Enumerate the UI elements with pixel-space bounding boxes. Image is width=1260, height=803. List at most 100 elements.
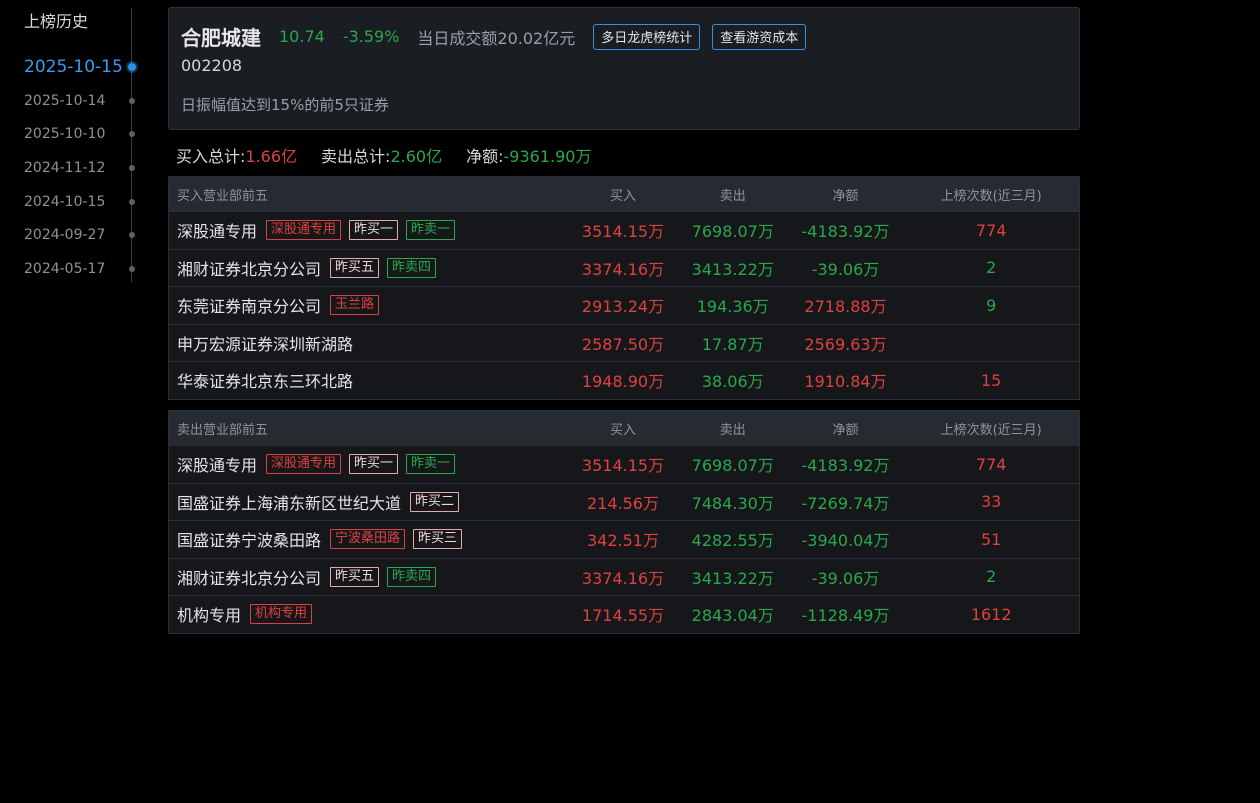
seat-tag: 深股通专用	[266, 454, 342, 475]
stock-change: -3.59%	[342, 27, 400, 46]
buy-amount: 1714.55万	[581, 606, 665, 626]
view-cost-button[interactable]: 查看游资成本	[712, 23, 807, 50]
header-buy: 买入	[609, 422, 636, 438]
history-date-label: 2024-09-27	[24, 227, 106, 244]
seat-tag: 昨买五	[330, 257, 380, 278]
buy-seats-table: 买入营业部前五 买入 卖出 净额 上榜次数(近三月) 深股通专用 深股通专用 昨买一 昨卖一 35…	[168, 176, 1080, 400]
header-count: 上榜次数(近三月)	[940, 422, 1042, 438]
listing-count: 51	[981, 529, 1002, 549]
header-sell: 卖出	[719, 188, 746, 204]
table-row[interactable]: 国盛证券宁波桑田路 宁波桑田路 昨买三 342.51万 4282.55万 -3940.04…	[169, 520, 1079, 558]
seat-cell: 湘财证券北京分公司 昨买五 昨卖四	[169, 256, 568, 280]
net-total: 净额:-9361.90万	[466, 143, 591, 167]
seat-tag: 昨买一	[349, 454, 399, 475]
table-row[interactable]: 东莞证券南京分公司 玉兰路 2913.24万 194.36万 2718.88万 9	[169, 286, 1079, 324]
seat-cell: 国盛证券宁波桑田路 宁波桑田路 昨买三	[169, 527, 568, 551]
listing-count: 2	[986, 567, 997, 587]
seat-cell: 机构专用 机构专用	[169, 602, 568, 626]
table-row[interactable]: 湘财证券北京分公司 昨买五 昨卖四 3374.16万 3413.22万 -39.06万 2	[169, 557, 1079, 595]
table-row[interactable]: 湘财证券北京分公司 昨买五 昨卖四 3374.16万 3413.22万 -39.06万 2	[169, 248, 1079, 286]
buy-amount: 2587.50万	[581, 334, 665, 354]
sell-amount: 4282.55万	[691, 531, 774, 551]
seat-name[interactable]: 湘财证券北京分公司	[177, 565, 321, 589]
timeline-dot-icon	[129, 97, 135, 104]
table-row[interactable]: 深股通专用 深股通专用 昨买一 昨卖一 3514.15万 7698.07万 -4183.92…	[169, 445, 1079, 483]
listing-count: 1612	[970, 604, 1012, 624]
seat-name[interactable]: 国盛证券上海浦东新区世纪大道	[177, 490, 401, 514]
net-amount: -39.06万	[811, 568, 880, 588]
net-amount: -4183.92万	[801, 222, 890, 242]
sell-seats-table: 卖出营业部前五 买入 卖出 净额 上榜次数(近三月) 深股通专用 深股通专用 昨买一 昨卖一 35…	[168, 410, 1080, 634]
table-row[interactable]: 机构专用 机构专用 1714.55万 2843.04万 -1128.49万 1612	[169, 595, 1079, 633]
listing-count: 774	[975, 220, 1007, 240]
seat-cell: 深股通专用 深股通专用 昨买一 昨卖一	[169, 452, 568, 476]
seat-cell: 国盛证券上海浦东新区世纪大道 昨买二	[169, 490, 568, 514]
stock-volume: 当日成交额20.02亿元	[417, 28, 576, 48]
timeline-dot-icon	[129, 164, 135, 171]
timeline-dot-icon	[129, 265, 135, 272]
seat-tag: 昨买一	[349, 220, 399, 241]
seat-name[interactable]: 湘财证券北京分公司	[177, 256, 321, 280]
sell-amount: 7698.07万	[691, 456, 774, 476]
net-total-label: 净额:	[466, 147, 504, 166]
listing-count: 33	[981, 492, 1002, 512]
seat-tag: 昨买二	[410, 491, 460, 512]
history-date-item[interactable]: 2025-10-15	[0, 50, 160, 84]
sell-total-value: 2.60亿	[390, 147, 443, 166]
table-header: 卖出营业部前五 买入 卖出 净额 上榜次数(近三月)	[169, 411, 1079, 445]
history-date-label: 2025-10-10	[24, 126, 106, 143]
buy-amount: 1948.90万	[581, 372, 665, 392]
table-row[interactable]: 华泰证券北京东三环北路 1948.90万 38.06万 1910.84万 15	[169, 361, 1079, 399]
listing-count: 2	[986, 258, 997, 278]
history-date-item[interactable]: 2024-05-17	[0, 252, 160, 286]
seat-name[interactable]: 申万宏源证券深圳新湖路	[177, 331, 353, 355]
history-date-item[interactable]: 2025-10-10	[0, 117, 160, 151]
net-total-value: -9361.90万	[503, 147, 592, 166]
seat-name[interactable]: 深股通专用	[177, 218, 257, 242]
net-amount: -4183.92万	[801, 456, 890, 476]
sell-amount: 3413.22万	[691, 259, 774, 279]
history-date-label: 2024-11-12	[24, 159, 106, 176]
table-row[interactable]: 深股通专用 深股通专用 昨买一 昨卖一 3514.15万 7698.07万 -4183.92…	[169, 211, 1079, 249]
seat-name[interactable]: 东莞证券南京分公司	[177, 293, 321, 317]
sell-amount: 2843.04万	[691, 606, 774, 626]
stock-header-card: 合肥城建 10.74 -3.59% 当日成交额20.02亿元 多日龙虎榜统计 查…	[168, 7, 1080, 130]
seat-cell: 深股通专用 深股通专用 昨买一 昨卖一	[169, 218, 568, 242]
history-date-item[interactable]: 2025-10-14	[0, 84, 160, 118]
seat-name[interactable]: 深股通专用	[177, 452, 257, 476]
seat-name[interactable]: 国盛证券宁波桑田路	[177, 527, 321, 551]
seat-name[interactable]: 华泰证券北京东三环北路	[177, 368, 353, 392]
buy-total-value: 1.66亿	[245, 147, 298, 166]
history-date-item[interactable]: 2024-09-27	[0, 218, 160, 252]
seat-name[interactable]: 机构专用	[177, 602, 241, 626]
buy-total: 买入总计:1.66亿	[176, 143, 297, 167]
timeline-dot-icon	[129, 232, 135, 239]
buy-amount: 342.51万	[587, 531, 659, 551]
net-amount: 2718.88万	[804, 297, 887, 317]
seat-cell: 湘财证券北京分公司 昨买五 昨卖四	[169, 565, 568, 589]
seat-tag: 昨卖四	[387, 566, 437, 587]
history-date-label: 2024-05-17	[24, 260, 106, 277]
history-date-item[interactable]: 2024-10-15	[0, 185, 160, 219]
listing-count: 15	[981, 370, 1002, 390]
history-date-item[interactable]: 2024-11-12	[0, 151, 160, 185]
seat-cell: 华泰证券北京东三环北路	[169, 368, 568, 392]
header-sell: 卖出	[719, 422, 746, 438]
seat-cell: 申万宏源证券深圳新湖路	[169, 331, 568, 355]
header-seat: 买入营业部前五	[177, 188, 269, 204]
table-row[interactable]: 国盛证券上海浦东新区世纪大道 昨买二 214.56万 7484.30万 -7269.74…	[169, 482, 1079, 520]
table-row[interactable]: 申万宏源证券深圳新湖路 2587.50万 17.87万 2569.63万	[169, 323, 1079, 361]
table-header: 买入营业部前五 买入 卖出 净额 上榜次数(近三月)	[169, 177, 1079, 211]
sell-total: 卖出总计:2.60亿	[321, 143, 442, 167]
sell-amount: 194.36万	[696, 297, 769, 317]
seat-tag: 深股通专用	[266, 220, 342, 241]
buy-amount: 2913.24万	[581, 297, 665, 317]
stock-price: 10.74	[279, 27, 325, 46]
sell-amount: 38.06万	[701, 372, 764, 392]
seat-tag: 昨卖一	[406, 454, 456, 475]
net-amount: -39.06万	[811, 259, 880, 279]
listing-reason: 日振幅值达到15%的前5只证券	[181, 96, 389, 114]
multi-day-stats-button[interactable]: 多日龙虎榜统计	[593, 23, 701, 50]
sell-amount: 7484.30万	[691, 493, 774, 513]
net-amount: -7269.74万	[801, 493, 890, 513]
